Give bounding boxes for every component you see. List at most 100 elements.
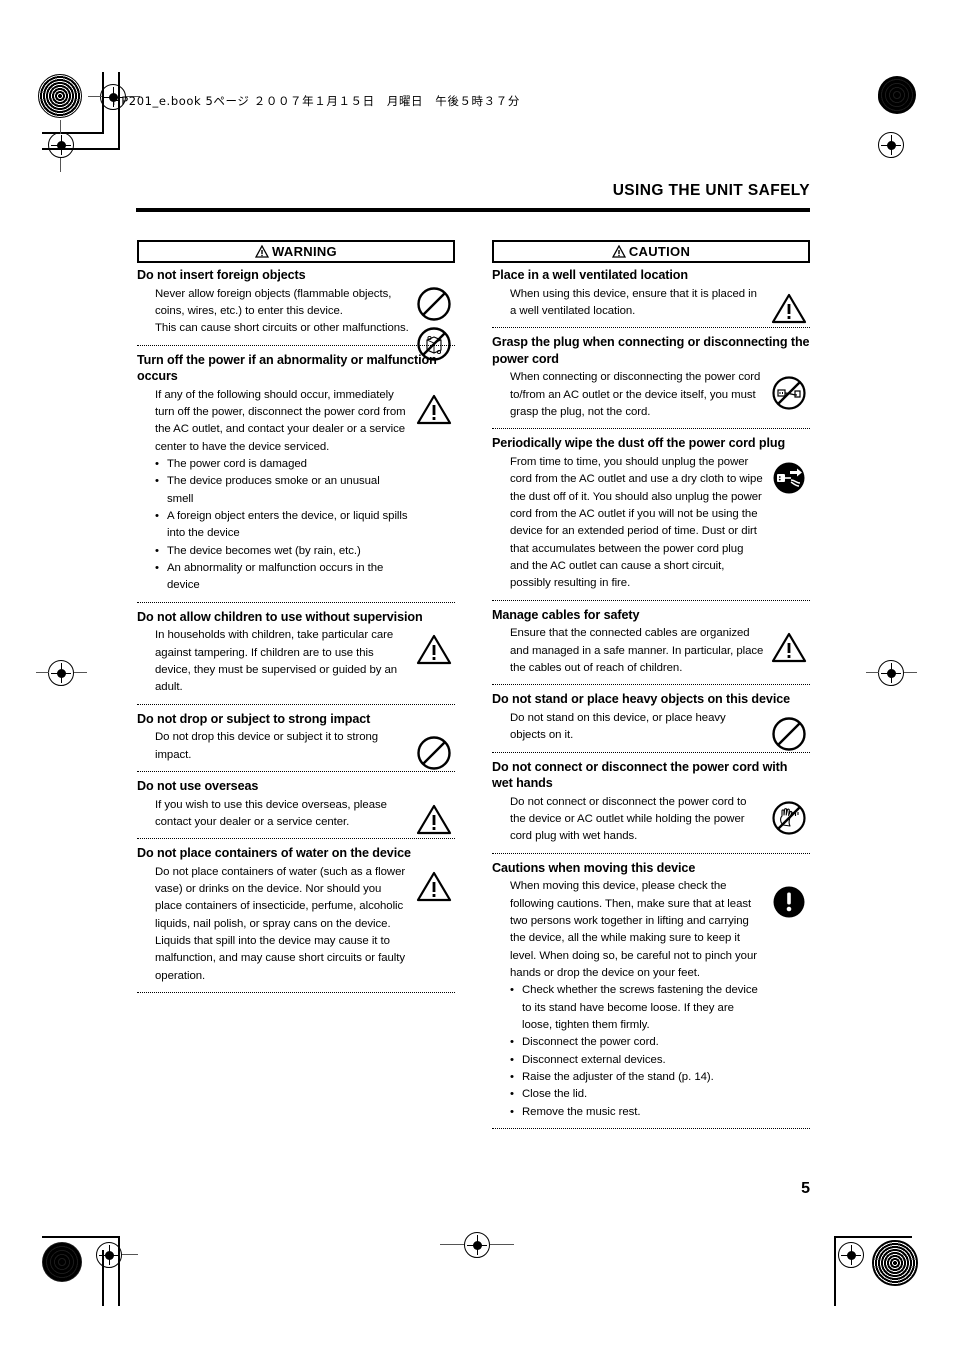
section-body: Do not place containers of water (such a… <box>137 864 455 985</box>
section-bullet-list: The power cord is damaged The device pro… <box>155 456 409 595</box>
section-body: Ensure that the connected cables are org… <box>492 625 810 677</box>
crop-mark-bottom-left-h <box>42 1236 120 1238</box>
caution-section-manage-cables: Manage cables for safety Ensure that the… <box>492 607 810 678</box>
list-item: Close the lid. <box>510 1086 764 1104</box>
registration-tick-bottom-center-h2 <box>490 1244 514 1245</box>
section-body: From time to time, you should unplug the… <box>492 454 810 593</box>
section-title: Grasp the plug when connecting or discon… <box>492 335 810 366</box>
section-paragraph: Do not place containers of water (such a… <box>155 865 406 982</box>
section-paragraph: When moving this device, please check th… <box>510 880 757 980</box>
caution-triangle-icon <box>416 871 452 901</box>
page-number: 5 <box>801 1180 810 1197</box>
section-icons <box>768 716 810 752</box>
section-divider <box>492 599 810 601</box>
warning-triangle-icon <box>611 245 626 258</box>
section-body: Never allow foreign objects (flammable o… <box>137 286 455 361</box>
list-item: An abnormality or malfunction occurs in … <box>155 560 409 595</box>
caution-section-no-heavy-objects: Do not stand or place heavy objects on t… <box>492 691 810 751</box>
section-body: In households with children, take partic… <box>137 627 455 696</box>
section-divider <box>492 327 810 329</box>
warning-section-turn-off-power: Turn off the power if an abnormality or … <box>137 352 455 595</box>
section-divider <box>492 1127 810 1129</box>
section-icons <box>768 375 810 411</box>
section-title: Do not connect or disconnect the power c… <box>492 759 788 791</box>
list-item: Raise the adjuster of the stand (p. 14). <box>510 1069 764 1087</box>
section-paragraph: Ensure that the connected cables are org… <box>510 627 764 674</box>
section-body: If you wish to use this device overseas,… <box>137 797 455 834</box>
section-body: When moving this device, please check th… <box>492 878 810 1121</box>
list-item: The power cord is damaged <box>155 456 409 474</box>
section-paragraph: If you wish to use this device overseas,… <box>155 798 387 828</box>
registration-mark-bottom-left <box>96 1242 122 1268</box>
density-patch-top-left <box>38 74 82 118</box>
caution-triangle-icon <box>416 635 452 665</box>
list-item: The device becomes wet (by rain, etc.) <box>155 543 409 561</box>
caution-section-wet-hands: Do not connect or disconnect the power c… <box>492 759 810 846</box>
section-title: Do not allow children to use without sup… <box>137 609 423 624</box>
section-divider <box>137 838 455 840</box>
section-icons <box>413 633 455 666</box>
registration-tick-left-middle-h <box>36 672 49 673</box>
warning-triangle-icon <box>255 245 270 258</box>
section-body: Do not drop this device or subject it to… <box>137 729 455 770</box>
section-divider <box>137 703 455 705</box>
section-title: Cautions when moving this device <box>492 860 696 875</box>
section-paragraph: Never allow foreign objects (flammable o… <box>155 287 392 317</box>
section-paragraph: Do not connect or disconnect the power c… <box>510 795 747 843</box>
section-body: When using this device, ensure that it i… <box>492 286 810 323</box>
section-title: Do not insert foreign objects <box>137 268 306 282</box>
section-paragraph: Do not stand on this device, or place he… <box>510 711 726 742</box>
warning-level-box: WARNING <box>137 240 455 263</box>
section-paragraph: If any of the following should occur, im… <box>155 388 406 453</box>
caution-column: CAUTION Place in a well ventilated locat… <box>492 240 810 1135</box>
section-body: Do not connect or disconnect the power c… <box>492 794 810 846</box>
list-item: Disconnect the power cord. <box>510 1034 764 1052</box>
section-paragraph: When connecting or disconnecting the pow… <box>510 371 761 419</box>
section-icons <box>413 735 455 771</box>
section-title: Do not place containers of water on the … <box>137 846 411 861</box>
list-item: Disconnect external devices. <box>510 1052 764 1070</box>
registration-mark-bottom-center <box>464 1232 490 1258</box>
registration-tick-right-middle-h <box>866 672 879 673</box>
section-title: Turn off the power if an abnormality or … <box>137 352 437 384</box>
warning-section-water-containers: Do not place containers of water on the … <box>137 845 455 985</box>
crop-mark-bottom-right-v <box>834 1236 836 1306</box>
section-divider <box>492 852 810 854</box>
registration-mark-right-middle <box>878 660 904 686</box>
density-patch-top-right <box>878 76 916 114</box>
warning-column: WARNING Do not insert foreign objects Ne… <box>137 240 455 999</box>
book-file-header: HP201_e.book 5ページ ２００７年１月１５日 月曜日 午後５時３７分 <box>112 94 520 108</box>
section-icons <box>413 393 455 426</box>
section-icons <box>768 460 810 496</box>
registration-tick-bottom-left-h <box>122 1254 138 1255</box>
section-divider <box>492 684 810 686</box>
section-paragraph: When using this device, ensure that it i… <box>510 287 757 317</box>
section-title: Periodically wipe the dust off the power… <box>492 436 786 451</box>
section-icons <box>768 631 810 664</box>
mandatory-exclamation-icon <box>773 886 805 918</box>
no-pull-cord-icon <box>772 376 806 411</box>
section-title: Place in a well ventilated location <box>492 268 688 282</box>
registration-tick-left-middle-h2 <box>74 672 87 673</box>
section-divider <box>492 751 810 753</box>
page-title: USING THE UNIT SAFELY <box>612 182 810 199</box>
section-divider <box>137 344 455 346</box>
unplug-cord-icon <box>773 462 805 494</box>
caution-section-wipe-dust: Periodically wipe the dust off the power… <box>492 435 810 592</box>
section-paragraph: From time to time, you should unplug the… <box>510 456 763 590</box>
section-icons <box>768 884 810 920</box>
no-wet-hands-icon <box>772 801 806 835</box>
section-divider <box>492 428 810 430</box>
caution-section-moving-device: Cautions when moving this device When mo… <box>492 860 810 1121</box>
section-paragraph: This can cause short circuits or other m… <box>155 322 409 335</box>
registration-mark-right-lower <box>878 132 904 158</box>
caution-level-box: CAUTION <box>492 240 810 263</box>
title-underline <box>136 208 810 212</box>
crop-mark-top-left-h2 <box>42 132 104 134</box>
caution-level-label: CAUTION <box>628 244 691 259</box>
warning-section-do-not-drop: Do not drop or subject to strong impact … <box>137 711 455 770</box>
section-body: If any of the following should occur, im… <box>137 387 455 595</box>
section-body: When connecting or disconnecting the pow… <box>492 369 810 421</box>
warning-section-do-not-use-overseas: Do not use overseas If you wish to use t… <box>137 778 455 834</box>
warning-level-label: WARNING <box>272 244 337 259</box>
